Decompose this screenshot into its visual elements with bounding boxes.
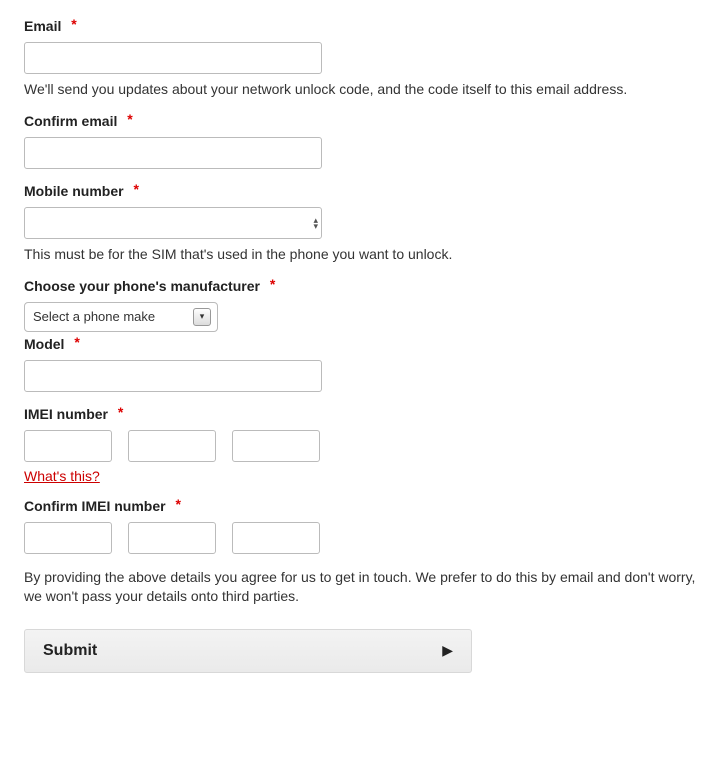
confirm-email-label: Confirm email * xyxy=(24,113,698,129)
confirm-imei-field-group: Confirm IMEI number * xyxy=(24,498,698,554)
model-input[interactable] xyxy=(24,360,322,392)
mobile-number-label-text: Mobile number xyxy=(24,183,124,199)
required-marker: * xyxy=(71,16,76,32)
required-marker: * xyxy=(270,276,275,292)
agreement-text: By providing the above details you agree… xyxy=(24,568,698,607)
mobile-number-helper: This must be for the SIM that's used in … xyxy=(24,245,698,264)
chevron-down-icon: ▾ xyxy=(193,308,211,326)
manufacturer-selected-value: Select a phone make xyxy=(33,309,181,324)
email-label-text: Email xyxy=(24,18,61,34)
confirm-email-field-group: Confirm email * xyxy=(24,113,698,169)
confirm-imei-input-row xyxy=(24,522,698,554)
required-marker: * xyxy=(127,111,132,127)
confirm-imei-part-1-input[interactable] xyxy=(24,522,112,554)
submit-button[interactable]: Submit ▶ xyxy=(24,629,472,673)
mobile-number-label: Mobile number * xyxy=(24,183,698,199)
imei-help-link[interactable]: What's this? xyxy=(24,468,100,484)
confirm-imei-label: Confirm IMEI number * xyxy=(24,498,698,514)
required-marker: * xyxy=(133,181,138,197)
stepper-control-icon[interactable]: ▴▾ xyxy=(313,217,318,229)
required-marker: * xyxy=(74,334,79,350)
model-label: Model * xyxy=(24,336,698,352)
chevron-right-icon: ▶ xyxy=(442,642,453,659)
manufacturer-field-group: Choose your phone's manufacturer * Selec… xyxy=(24,278,698,332)
required-marker: * xyxy=(175,496,180,512)
required-marker: * xyxy=(118,404,123,420)
mobile-number-field-group: Mobile number * ▴▾ This must be for the … xyxy=(24,183,698,264)
imei-label-text: IMEI number xyxy=(24,406,108,422)
submit-button-label: Submit xyxy=(43,642,97,660)
manufacturer-select[interactable]: Select a phone make ▾ xyxy=(24,302,218,332)
email-input[interactable] xyxy=(24,42,322,74)
confirm-imei-label-text: Confirm IMEI number xyxy=(24,498,166,514)
model-field-group: Model * xyxy=(24,336,698,392)
confirm-imei-part-2-input[interactable] xyxy=(128,522,216,554)
email-helper: We'll send you updates about your networ… xyxy=(24,80,698,99)
email-field-group: Email * We'll send you updates about you… xyxy=(24,18,698,99)
email-label: Email * xyxy=(24,18,698,34)
imei-field-group: IMEI number * What's this? xyxy=(24,406,698,484)
imei-part-1-input[interactable] xyxy=(24,430,112,462)
imei-part-2-input[interactable] xyxy=(128,430,216,462)
confirm-email-input[interactable] xyxy=(24,137,322,169)
imei-part-3-input[interactable] xyxy=(232,430,320,462)
imei-label: IMEI number * xyxy=(24,406,698,422)
confirm-imei-part-3-input[interactable] xyxy=(232,522,320,554)
manufacturer-label-text: Choose your phone's manufacturer xyxy=(24,278,260,294)
model-label-text: Model xyxy=(24,336,64,352)
confirm-email-label-text: Confirm email xyxy=(24,113,117,129)
manufacturer-label: Choose your phone's manufacturer * xyxy=(24,278,698,294)
mobile-number-input[interactable] xyxy=(24,207,322,239)
imei-input-row xyxy=(24,430,698,462)
